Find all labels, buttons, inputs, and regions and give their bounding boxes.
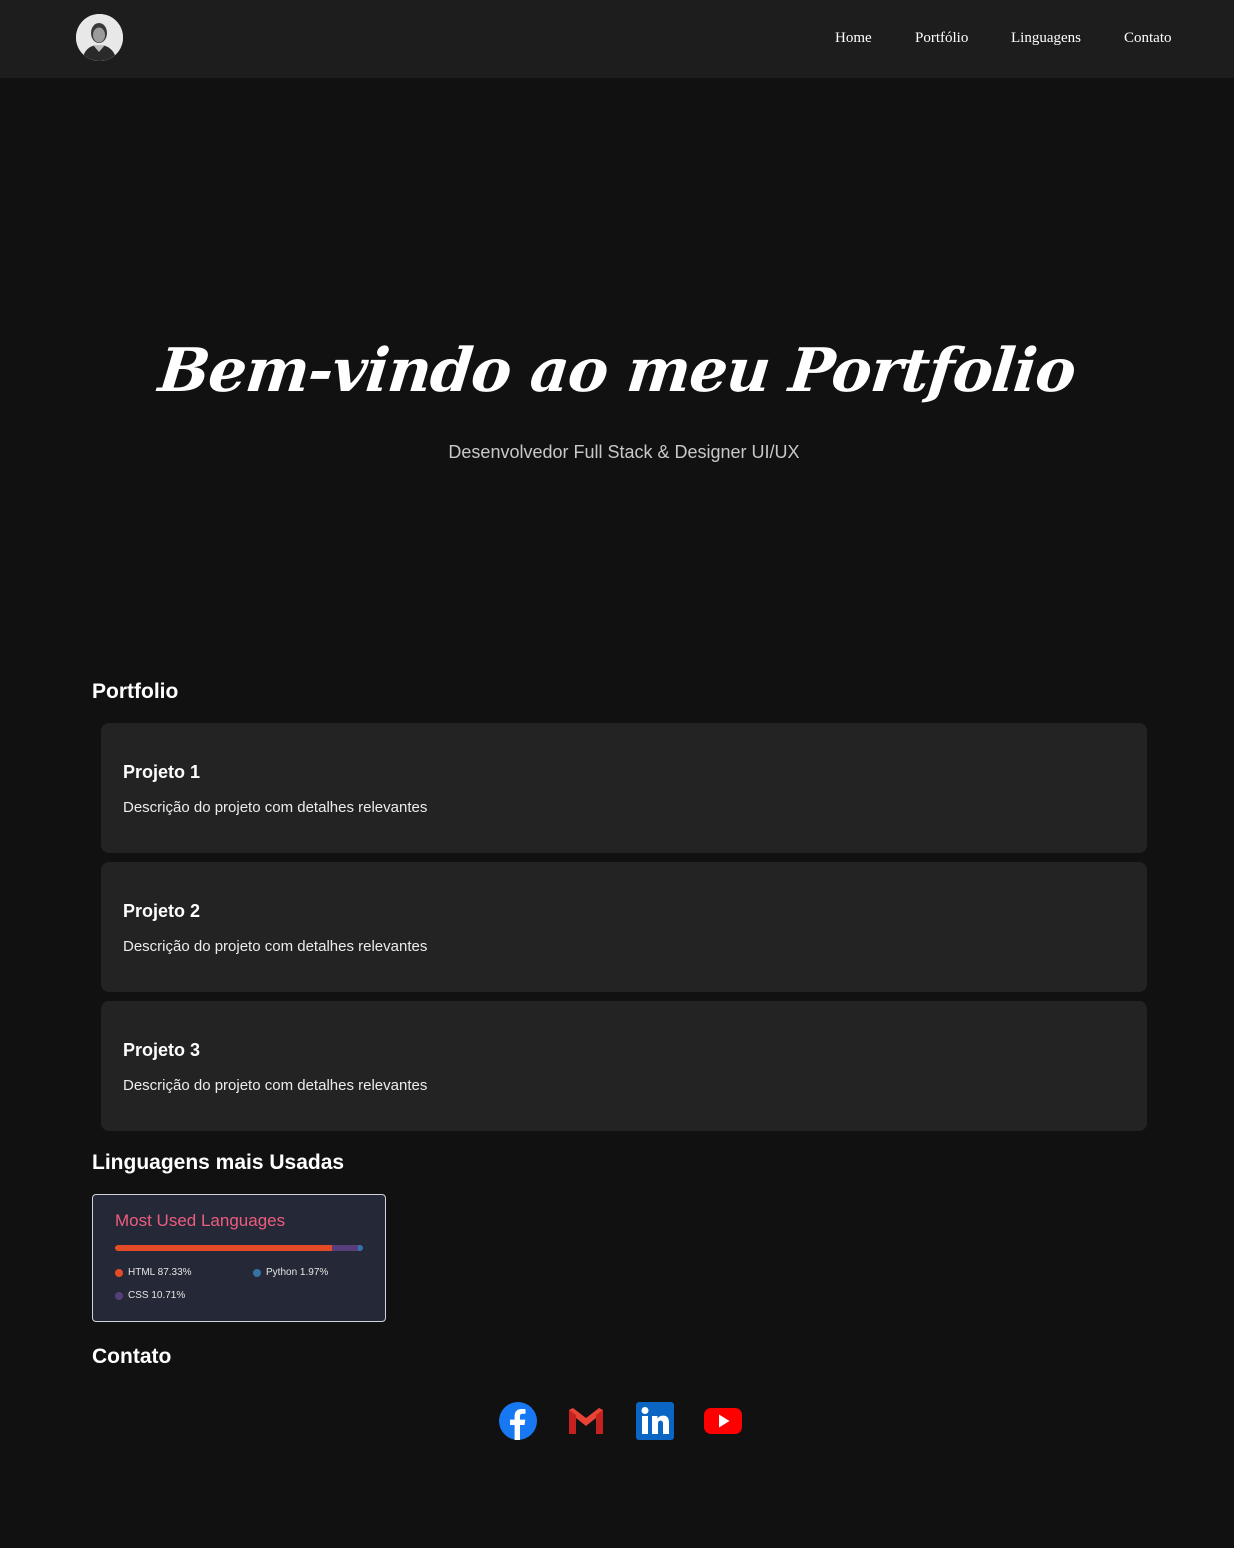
hero-subtitle: Desenvolvedor Full Stack & Designer UI/U…	[448, 442, 800, 462]
language-label: HTML 87.33%	[128, 1267, 192, 1278]
hero-title: Bem-vindo ao meu Portfolio	[155, 336, 1079, 406]
language-bar-segment-html	[115, 1245, 332, 1251]
project-description: Descrição do projeto com detalhes releva…	[123, 1077, 428, 1094]
youtube-icon	[704, 1408, 742, 1434]
avatar[interactable]	[76, 14, 123, 61]
language-dot-icon	[115, 1291, 123, 1300]
linkedin-link[interactable]	[635, 1401, 675, 1441]
nav-link-home[interactable]: Home	[835, 30, 872, 47]
youtube-link[interactable]	[703, 1401, 743, 1441]
language-item-css: CSS 10.71%	[115, 1290, 185, 1301]
language-label: CSS 10.71%	[128, 1290, 186, 1301]
project-card[interactable]: Projeto 1 Descrição do projeto com detal…	[101, 723, 1147, 853]
project-description: Descrição do projeto com detalhes releva…	[123, 799, 428, 816]
project-title: Projeto 2	[123, 901, 201, 921]
linkedin-icon	[636, 1402, 674, 1440]
project-card[interactable]: Projeto 3 Descrição do projeto com detal…	[101, 1001, 1147, 1131]
language-bar-segment-css	[331, 1245, 359, 1251]
language-dot-icon	[115, 1268, 123, 1277]
portfolio-section-title: Portfolio	[92, 680, 179, 703]
facebook-icon	[499, 1402, 537, 1440]
project-description: Descrição do projeto com detalhes releva…	[123, 938, 428, 955]
project-title: Projeto 1	[123, 762, 201, 782]
nav-link-portfolio[interactable]: Portfólio	[915, 30, 968, 47]
gmail-icon	[569, 1408, 603, 1434]
contact-section-title: Contato	[92, 1345, 172, 1368]
project-title: Projeto 3	[123, 1040, 201, 1060]
language-bar-segment-python	[358, 1245, 363, 1251]
navbar: Home Portfólio Linguagens Contato	[0, 0, 1234, 78]
languages-section-title: Linguagens mais Usadas	[92, 1151, 345, 1174]
nav-link-contato[interactable]: Contato	[1124, 30, 1172, 47]
language-item-python: Python 1.97%	[253, 1267, 328, 1278]
language-dot-icon	[253, 1268, 261, 1277]
language-label: Python 1.97%	[266, 1267, 329, 1278]
avatar-photo-icon	[76, 14, 123, 61]
gmail-link[interactable]	[566, 1401, 606, 1441]
nav-link-linguagens[interactable]: Linguagens	[1011, 30, 1081, 47]
language-item-html: HTML 87.33%	[115, 1267, 192, 1278]
most-used-languages-card: Most Used Languages HTML 87.33% Python 1…	[92, 1194, 386, 1322]
project-card[interactable]: Projeto 2 Descrição do projeto com detal…	[101, 862, 1147, 992]
languages-card-title: Most Used Languages	[115, 1211, 286, 1230]
languages-progress-bar	[115, 1245, 363, 1251]
facebook-link[interactable]	[498, 1401, 538, 1441]
